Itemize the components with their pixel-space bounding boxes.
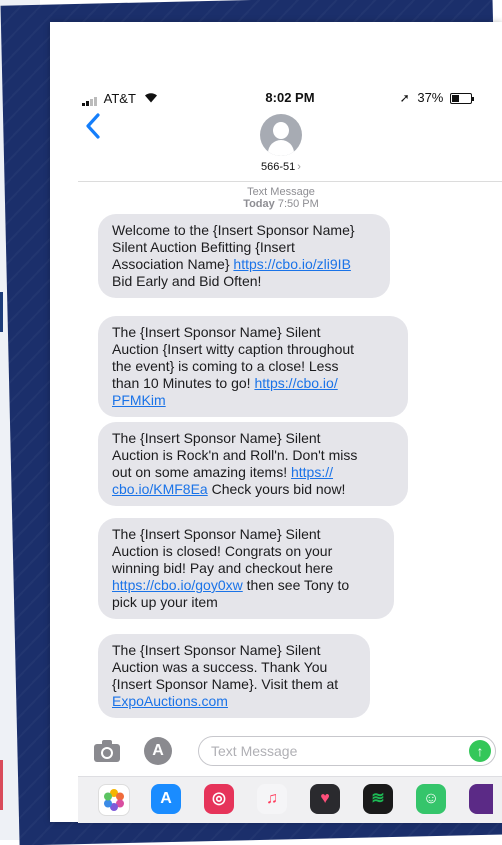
message-line: Auction {Insert witty caption throughout bbox=[112, 341, 355, 357]
message-line: the event} is coming to a close! Less bbox=[112, 358, 339, 374]
message-bubble[interactable]: The {Insert Sponsor Name} Silent Auction… bbox=[98, 518, 394, 619]
app-drawer: A ◎ ♫ ♥ ≋ ☺ bbox=[78, 776, 502, 823]
thread-type: Text Message bbox=[247, 186, 315, 198]
message-link[interactable]: https:// bbox=[291, 464, 333, 480]
message-bubble[interactable]: The {Insert Sponsor Name} Silent Auction… bbox=[98, 316, 408, 417]
apps-button[interactable]: A bbox=[144, 737, 172, 765]
compose-bar: A Text Message ↑ bbox=[78, 736, 502, 768]
contact-number: 566-51 bbox=[261, 161, 296, 173]
camera-icon bbox=[94, 740, 120, 762]
web-search-app-icon[interactable]: ◎ bbox=[204, 784, 234, 814]
avatar-head bbox=[273, 122, 289, 139]
message-line: {Insert Sponsor Name}. Visit them at bbox=[112, 676, 339, 692]
message-input[interactable]: Text Message ↑ bbox=[198, 736, 496, 766]
app-store-icon[interactable]: A bbox=[151, 784, 181, 814]
message-link[interactable]: https://cbo.io/goy0xw bbox=[112, 577, 243, 593]
message-line: The {Insert Sponsor Name} Silent bbox=[112, 642, 321, 658]
message-link[interactable]: cbo.io/KMF8Ea bbox=[112, 481, 208, 497]
battery-icon bbox=[450, 93, 474, 105]
arrow-up-icon: ↑ bbox=[476, 743, 484, 759]
purple-app-icon[interactable] bbox=[469, 784, 493, 814]
message-link[interactable]: ExpoAuctions.com bbox=[112, 693, 228, 709]
bitmoji-icon[interactable]: ☺ bbox=[416, 784, 446, 814]
page-accent-mark-red bbox=[0, 760, 3, 810]
contact-avatar[interactable] bbox=[260, 114, 302, 156]
thread-day: Today bbox=[243, 198, 275, 210]
message-line: The {Insert Sponsor Name} Silent bbox=[112, 526, 321, 542]
status-right: ➚ 37% bbox=[399, 90, 474, 105]
chevron-right-icon: › bbox=[297, 161, 301, 173]
photos-app-icon[interactable] bbox=[98, 784, 130, 816]
send-button[interactable]: ↑ bbox=[469, 740, 491, 762]
battery-fill bbox=[452, 95, 459, 103]
message-text: Check yours bid now! bbox=[207, 481, 346, 497]
header-divider bbox=[78, 181, 502, 182]
message-line: Silent Auction Befitting {Insert bbox=[112, 239, 295, 255]
message-line: winning bid! Pay and checkout here bbox=[112, 560, 334, 576]
message-link[interactable]: PFMKim bbox=[112, 392, 166, 408]
thread-time: 7:50 PM bbox=[277, 198, 319, 210]
message-line: Auction was a success. Thank You bbox=[112, 659, 328, 675]
message-line: Bid Early and Bid Often! bbox=[112, 273, 262, 289]
message-line: pick up your item bbox=[112, 594, 218, 610]
screenshot-card: AT&T 8:02 PM ➚ 37% 566-51 › Text Message… bbox=[50, 22, 502, 823]
message-line: Auction is Rock'n and Roll'n. Don't miss bbox=[112, 447, 358, 463]
contact-name[interactable]: 566-51 › bbox=[78, 161, 484, 173]
message-bubble[interactable]: The {Insert Sponsor Name} Silent Auction… bbox=[98, 634, 370, 718]
music-app-icon[interactable]: ♫ bbox=[257, 784, 287, 814]
message-text: out on some amazing items! bbox=[112, 464, 291, 480]
heart-app-icon[interactable]: ♥ bbox=[310, 784, 340, 814]
message-text: Association Name} bbox=[112, 256, 234, 272]
message-link[interactable]: https://cbo.io/ bbox=[254, 375, 337, 391]
message-bubble[interactable]: The {Insert Sponsor Name} Silent Auction… bbox=[98, 422, 408, 506]
message-input-placeholder: Text Message bbox=[211, 743, 298, 759]
app-store-icon: A bbox=[152, 742, 164, 759]
message-line: Welcome to the {Insert Sponsor Name} bbox=[112, 222, 355, 238]
avatar-body bbox=[268, 140, 294, 156]
message-text: then see Tony to bbox=[242, 577, 350, 593]
page-accent-mark bbox=[0, 292, 3, 332]
message-text: than 10 Minutes to go! bbox=[112, 375, 255, 391]
message-line: The {Insert Sponsor Name} Silent bbox=[112, 324, 321, 340]
chevron-left-icon bbox=[86, 113, 100, 139]
spotify-icon[interactable]: ≋ bbox=[363, 784, 393, 814]
status-bar: AT&T 8:02 PM ➚ 37% bbox=[78, 88, 502, 108]
message-link[interactable]: https://cbo.io/zli9IB bbox=[233, 256, 351, 272]
message-line: Auction is closed! Congrats on your bbox=[112, 543, 333, 559]
message-bubble[interactable]: Welcome to the {Insert Sponsor Name} Sil… bbox=[98, 214, 390, 298]
thread-meta: Text Message Today 7:50 PM bbox=[78, 186, 484, 210]
message-line: The {Insert Sponsor Name} Silent bbox=[112, 430, 321, 446]
phone-screen: AT&T 8:02 PM ➚ 37% 566-51 › Text Message… bbox=[78, 66, 502, 823]
location-arrow-icon: ➚ bbox=[399, 91, 410, 105]
battery-percent: 37% bbox=[417, 90, 444, 105]
camera-button[interactable] bbox=[92, 738, 122, 764]
back-button[interactable] bbox=[84, 112, 102, 140]
